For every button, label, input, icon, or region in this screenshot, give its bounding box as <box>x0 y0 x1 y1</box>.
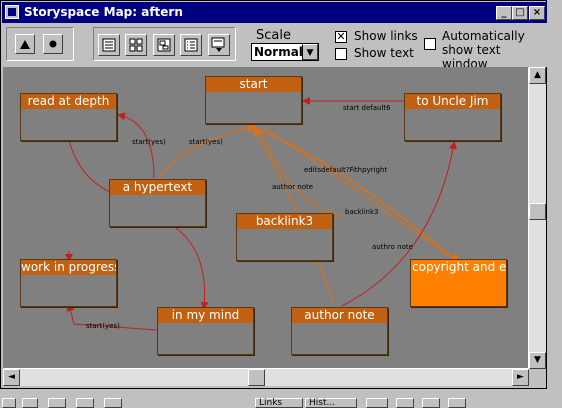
vertical-scroll-thumb[interactable] <box>529 203 546 220</box>
node-work-in-progress[interactable]: work in progress <box>20 259 117 307</box>
node-title: work in progress <box>21 260 116 275</box>
link-label: backlink3 <box>345 208 379 216</box>
node-to-uncle-jim[interactable]: to Uncle Jim <box>404 93 501 141</box>
node-title: start <box>206 77 301 92</box>
scroll-right-button[interactable]: ► <box>512 369 529 386</box>
node-a-hypertext[interactable]: a hypertext <box>109 179 206 227</box>
link-label: start default6 <box>343 104 391 112</box>
node-title: to Uncle Jim <box>405 94 500 109</box>
map-window: Storyspace Map: aftern _ □ × Scale Norma… <box>0 0 547 389</box>
node-title: copyright and edi <box>411 260 506 275</box>
link-label: author note <box>272 183 314 191</box>
link-label: start(yes) <box>132 138 166 146</box>
strip-button-links[interactable]: Links <box>255 398 303 408</box>
node-title: in my mind <box>158 308 253 323</box>
scroll-up-button[interactable]: ▲ <box>529 67 546 84</box>
link-label: start(yes) <box>86 322 120 330</box>
link-readatdepth-to-hypertext <box>68 139 113 194</box>
scroll-corner <box>529 369 546 386</box>
chevron-down-icon[interactable]: ▼ <box>302 44 318 60</box>
auto-show-text-label-line1: Automatically <box>442 29 525 43</box>
strip-icon[interactable] <box>104 398 122 408</box>
strip-button-history[interactable]: Hist... <box>305 398 357 408</box>
show-text-checkbox[interactable] <box>335 48 347 60</box>
node-title: backlink3 <box>237 214 332 229</box>
map-canvas[interactable]: start read at depth to Uncle Jim a hyper… <box>3 67 529 369</box>
minimize-button[interactable]: _ <box>496 6 512 20</box>
link-label: start(yes) <box>189 138 223 146</box>
close-button[interactable]: × <box>529 6 545 20</box>
strip-icon[interactable] <box>396 398 414 408</box>
maximize-button[interactable]: □ <box>512 6 528 20</box>
title-bar[interactable]: Storyspace Map: aftern _ □ × <box>2 2 547 23</box>
window-title: Storyspace Map: aftern <box>24 5 183 19</box>
chart-view-icon[interactable] <box>125 34 147 56</box>
node-title: read at depth <box>21 94 116 109</box>
triangle-up-icon[interactable] <box>15 34 35 54</box>
outline-view-icon[interactable] <box>153 34 175 56</box>
node-start[interactable]: start <box>205 76 302 124</box>
dot-icon[interactable] <box>43 34 63 54</box>
scale-value: Normal <box>254 45 303 59</box>
strip-icon[interactable] <box>422 398 440 408</box>
node-title: author note <box>292 308 387 323</box>
scroll-left-button[interactable]: ◄ <box>3 369 20 386</box>
node-in-my-mind[interactable]: in my mind <box>157 307 254 355</box>
strip-icon[interactable] <box>22 398 38 408</box>
show-links-checkbox[interactable]: ✕ <box>335 31 347 43</box>
strip-icon[interactable] <box>48 398 66 408</box>
desktop-background <box>548 0 562 392</box>
scroll-down-button[interactable]: ▼ <box>529 352 546 369</box>
treemap-view-icon[interactable] <box>180 34 202 56</box>
scale-dropdown[interactable]: Normal ▼ <box>251 43 319 61</box>
horizontal-scrollbar[interactable]: ◄ ► <box>3 369 529 386</box>
strip-icon[interactable] <box>366 398 388 408</box>
background-window-strip: Links Hist... <box>0 392 562 408</box>
vertical-scrollbar[interactable]: ▲ ▼ <box>529 67 546 369</box>
node-copyright-and-edi[interactable]: copyright and edi <box>410 259 507 307</box>
strip-icon[interactable] <box>76 398 94 408</box>
link-label: editsdefault?Fithpyright <box>304 166 388 174</box>
scale-label: Scale <box>256 28 291 43</box>
toolbar: Scale Normal ▼ ✕ Show links Show text Au… <box>2 23 547 71</box>
window-system-icon[interactable] <box>5 5 19 19</box>
node-title: a hypertext <box>110 180 205 195</box>
show-text-label: Show text <box>354 46 414 60</box>
node-read-at-depth[interactable]: read at depth <box>20 93 117 141</box>
explorer-view-icon[interactable] <box>208 34 230 56</box>
strip-icon[interactable] <box>448 398 466 408</box>
auto-show-text-checkbox[interactable] <box>424 38 436 50</box>
link-label: authro note <box>372 243 413 251</box>
horizontal-scroll-thumb[interactable] <box>248 369 265 386</box>
link-hypertext-to-inmymind <box>175 227 209 310</box>
strip-icon[interactable] <box>2 398 16 408</box>
node-author-note[interactable]: author note <box>291 307 388 355</box>
node-backlink3[interactable]: backlink3 <box>236 213 333 261</box>
link-hypertext-to-readatdepth <box>117 112 155 179</box>
show-links-label: Show links <box>354 29 418 43</box>
link-hypertext-to-start <box>158 123 257 179</box>
map-view-icon[interactable] <box>98 34 120 56</box>
